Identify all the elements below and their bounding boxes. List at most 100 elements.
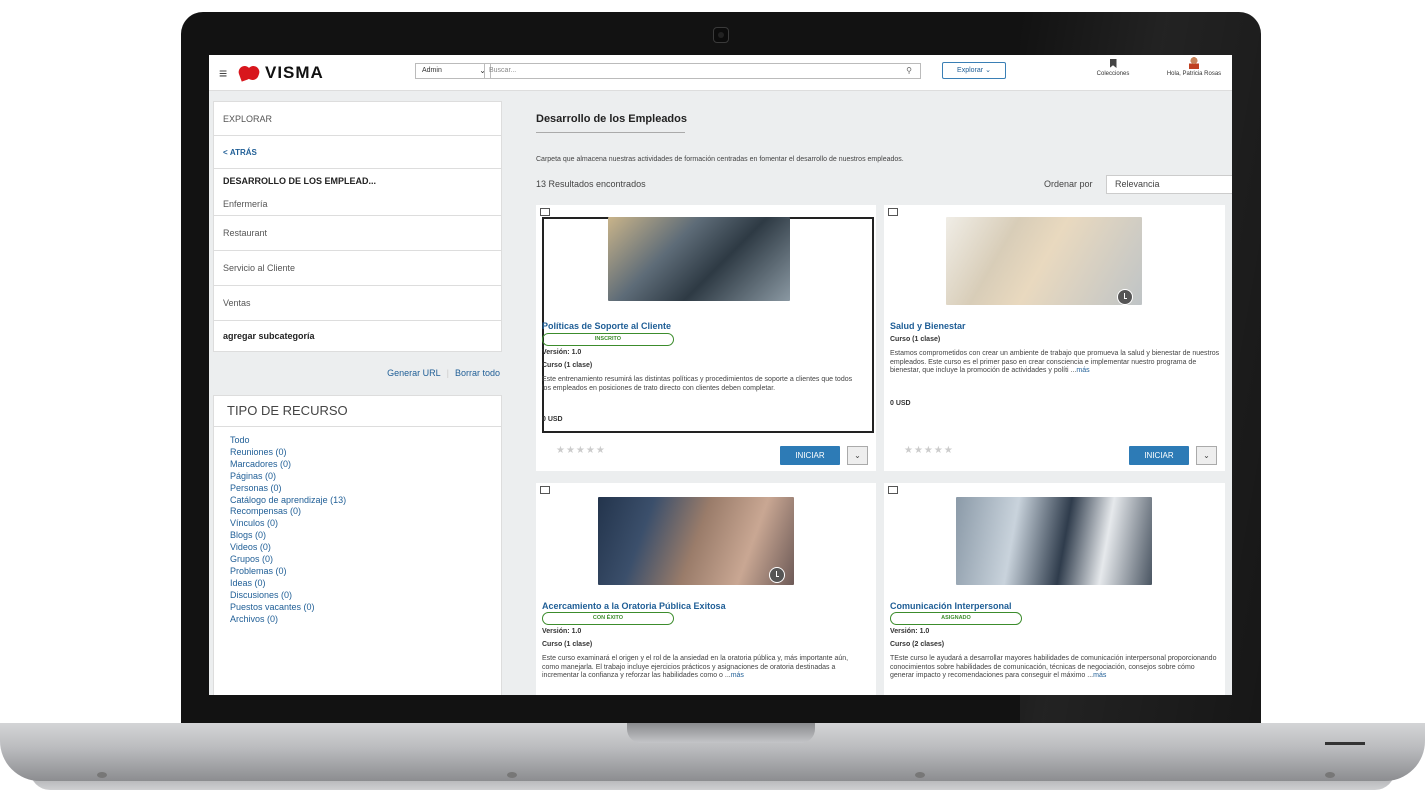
rating-stars[interactable]: ★★★★★ [904, 445, 954, 456]
resource-type-item[interactable]: Reuniones (0) [230, 447, 501, 459]
avatar [1189, 57, 1199, 69]
chevron-left-icon: < [223, 147, 230, 157]
visma-logo[interactable]: VISMA [236, 63, 324, 83]
start-button[interactable]: INICIAR [1129, 446, 1189, 465]
subcategory-item[interactable]: Restaurant [214, 216, 501, 251]
course-title[interactable]: Salud y Bienestar [890, 321, 966, 331]
resource-type-item[interactable]: Grupos (0) [230, 554, 501, 566]
page-title: Desarrollo de los Empleados [536, 113, 687, 125]
course-card[interactable]: Salud y Bienestar Curso (1 clase) Estamo… [884, 205, 1225, 471]
panel-actions: Generar URL | Borrar todo [213, 368, 500, 378]
resource-type-item[interactable]: Marcadores (0) [230, 459, 501, 471]
resource-type-item[interactable]: Blogs (0) [230, 530, 501, 542]
resource-type-item[interactable]: Recompensas (0) [230, 506, 501, 518]
resource-type-item[interactable]: Personas (0) [230, 483, 501, 495]
course-description: Este entrenamiento resumirá las distinta… [542, 376, 853, 392]
course-description-text: Estamos comprometidos con crear un ambie… [890, 350, 1220, 375]
role-select[interactable]: Admin ⌄ [415, 63, 491, 79]
explore-panel: EXPLORAR < ATRÁS DESARROLLO DE LOS EMPLE… [213, 101, 502, 352]
search-input[interactable]: Buscar... ⚲ [484, 63, 921, 79]
resource-type-panel: TIPO DE RECURSO Todo Reuniones (0) Marca… [213, 395, 502, 695]
explore-title: EXPLORAR [214, 102, 501, 136]
visma-logo-text: VISMA [265, 63, 324, 82]
laptop-foot [97, 772, 107, 778]
course-version: Versión: 1.0 [542, 349, 582, 356]
course-type-icon [888, 486, 898, 494]
more-link[interactable]: más [1076, 367, 1089, 374]
course-description: TEste curso le ayudará a desarrollar may… [890, 655, 1220, 681]
app-screen: ≡ VISMA Admin ⌄ Buscar... ⚲ Explorar ⌄ C… [209, 55, 1232, 695]
clock-icon [769, 567, 785, 583]
clear-all-link[interactable]: Borrar todo [455, 368, 500, 378]
rating-stars[interactable]: ★★★★★ [556, 445, 606, 456]
webcam-icon [713, 27, 729, 43]
more-link[interactable]: más [731, 672, 744, 679]
resource-type-list: Todo Reuniones (0) Marcadores (0) Página… [214, 427, 501, 626]
course-title[interactable]: Políticas de Soporte al Cliente [542, 321, 671, 331]
resource-type-item[interactable]: Páginas (0) [230, 471, 501, 483]
course-card[interactable]: Políticas de Soporte al Cliente INSCRITO… [536, 205, 876, 471]
laptop-foot [1325, 772, 1335, 778]
category-group: DESARROLLO DE LOS EMPLEAD... Enfermería [214, 169, 501, 216]
start-button[interactable]: INICIAR [780, 446, 840, 465]
search-icon[interactable]: ⚲ [906, 64, 912, 78]
divider: | [446, 368, 449, 378]
top-bar: ≡ VISMA Admin ⌄ Buscar... ⚲ Explorar ⌄ C… [209, 55, 1232, 91]
chevron-down-icon[interactable]: ⌄ [1196, 446, 1217, 465]
course-thumbnail [956, 497, 1152, 585]
resource-type-item[interactable]: Ideas (0) [230, 578, 501, 590]
resource-type-item[interactable]: Todo [230, 435, 501, 447]
resource-type-item[interactable]: Puestos vacantes (0) [230, 602, 501, 614]
course-type-icon [888, 208, 898, 216]
course-card[interactable]: Comunicación Interpersonal ASIGNADO Vers… [884, 483, 1225, 695]
course-price: 0 USD [542, 416, 563, 423]
collections-label: Colecciones [1096, 71, 1130, 77]
results-count: 13 Resultados encontrados [536, 179, 646, 189]
course-version: Versión: 1.0 [542, 628, 582, 635]
sort-label: Ordenar por [1044, 179, 1093, 189]
current-category: DESARROLLO DE LOS EMPLEAD... [223, 176, 377, 186]
subcategory-item[interactable]: Servicio al Cliente [214, 251, 501, 286]
resource-type-item[interactable]: Discusiones (0) [230, 590, 501, 602]
explore-label: Explorar [957, 67, 984, 74]
status-badge: INSCRITO [542, 333, 674, 346]
chevron-down-icon: ⌄ [985, 67, 991, 74]
laptop-base-line [1325, 742, 1365, 745]
chevron-down-icon[interactable]: ⌄ [847, 446, 868, 465]
subcategory-item[interactable]: Ventas [214, 286, 501, 321]
more-link[interactable]: más [1093, 672, 1106, 679]
resource-type-item[interactable]: Videos (0) [230, 542, 501, 554]
resource-type-item[interactable]: Catálogo de aprendizaje (13) [230, 495, 501, 507]
course-title[interactable]: Comunicación Interpersonal [890, 601, 1012, 611]
hamburger-icon[interactable]: ≡ [219, 65, 227, 81]
laptop-foot [915, 772, 925, 778]
course-type-icon [540, 486, 550, 494]
resource-type-item[interactable]: Archivos (0) [230, 614, 501, 626]
clock-icon [1117, 289, 1133, 305]
course-description: Estamos comprometidos con crear un ambie… [890, 350, 1220, 376]
generate-url-link[interactable]: Generar URL [387, 368, 441, 378]
collections-button[interactable]: Colecciones [1095, 59, 1131, 77]
back-link[interactable]: < ATRÁS [214, 136, 501, 169]
back-label: ATRÁS [229, 147, 257, 157]
user-greeting: Hola, Patricia Rosas [1166, 71, 1222, 77]
course-card[interactable]: Acercamiento a la Oratoria Pública Exito… [536, 483, 876, 695]
course-thumbnail [598, 497, 794, 585]
explore-button[interactable]: Explorar ⌄ [942, 62, 1006, 79]
course-type-icon [540, 208, 550, 216]
course-title[interactable]: Acercamiento a la Oratoria Pública Exito… [542, 601, 726, 611]
course-thumbnail [608, 217, 790, 301]
subcategory-item[interactable]: Enfermería [214, 193, 501, 215]
course-version: Versión: 1.0 [890, 628, 930, 635]
folder-description: Carpeta que almacena nuestras actividade… [536, 156, 904, 163]
resource-type-item[interactable]: Problemas (0) [230, 566, 501, 578]
add-subcategory-link[interactable]: agregar subcategoría [214, 321, 501, 351]
visma-logo-mark [236, 64, 262, 82]
sort-select[interactable]: Relevancia [1106, 175, 1232, 194]
resource-type-title: TIPO DE RECURSO [214, 396, 501, 427]
search-placeholder: Buscar... [489, 67, 517, 74]
resource-type-item[interactable]: Vínculos (0) [230, 518, 501, 530]
user-menu[interactable]: Hola, Patricia Rosas [1159, 57, 1229, 77]
course-type: Curso (1 clase) [890, 336, 941, 343]
status-badge: ASIGNADO [890, 612, 1022, 625]
